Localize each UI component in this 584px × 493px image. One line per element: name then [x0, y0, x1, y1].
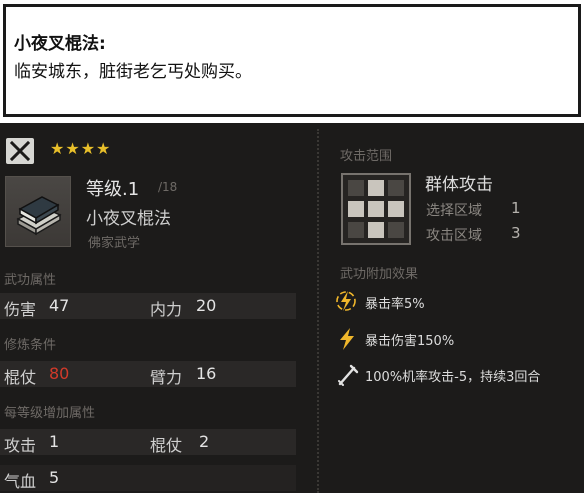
attack-area-value: 3 — [511, 224, 521, 242]
neili-value: 20 — [196, 296, 217, 315]
arm-requirement-label: 臂力 — [150, 368, 183, 387]
per-level-row-2: 气血 5 — [0, 465, 296, 491]
tooltip-frame: 小夜叉棍法: 临安城东，脏街老乞丐处购买。 — [3, 4, 581, 117]
range-section-title: 攻击范围 — [340, 149, 393, 164]
arm-requirement-value: 16 — [196, 364, 217, 383]
select-area-value: 1 — [511, 199, 521, 217]
damage-value: 47 — [49, 296, 70, 315]
staff-requirement-value: 80 — [49, 364, 70, 383]
requirements-row: 棍仗 80 臂力 16 — [0, 361, 296, 387]
skill-tooltip: 小夜叉棍法: 临安城东，脏街老乞丐处购买。 — [0, 0, 584, 123]
staff-requirement-label: 棍仗 — [4, 368, 37, 387]
range-type: 群体攻击 — [425, 175, 493, 195]
requirements-section-title: 修炼条件 — [4, 338, 57, 353]
attributes-row: 伤害 47 内力 20 — [0, 293, 296, 319]
effect-text: 暴击率5% — [365, 297, 425, 312]
column-divider — [317, 129, 319, 493]
close-icon — [9, 140, 31, 162]
close-button[interactable] — [6, 138, 34, 164]
select-area-label: 选择区域 — [426, 203, 482, 219]
hp-gain-label: 气血 — [4, 472, 37, 491]
attack-gain-label: 攻击 — [4, 436, 37, 455]
per-level-section-title: 每等级增加属性 — [4, 406, 96, 421]
crit-damage-icon — [340, 328, 354, 350]
staff-gain-label: 棍仗 — [150, 436, 183, 455]
tooltip-title: 小夜叉棍法: — [14, 34, 106, 54]
attack-range-grid-icon — [341, 173, 411, 245]
crit-rate-icon — [336, 291, 356, 311]
damage-label: 伤害 — [4, 300, 37, 319]
effects-section-title: 武功附加效果 — [340, 267, 419, 282]
staff-gain-value: 2 — [199, 432, 210, 451]
attributes-section-title: 武功属性 — [4, 273, 57, 288]
effect-text: 100%机率攻击-5，持续3回合 — [365, 370, 541, 385]
effect-text: 暴击伤害150% — [365, 334, 455, 349]
tooltip-description: 临安城东，脏街老乞丐处购买。 — [14, 62, 252, 82]
star-rating: ★★★★ — [50, 139, 112, 158]
per-level-row: 攻击 1 棍仗 2 — [0, 429, 296, 455]
hp-gain-value: 5 — [49, 468, 60, 487]
attack-debuff-icon — [338, 364, 359, 386]
neili-label: 内力 — [150, 300, 183, 319]
skill-name: 小夜叉棍法 — [86, 209, 171, 229]
skill-school: 佛家武学 — [88, 236, 141, 251]
skill-max-level: /18 — [158, 180, 178, 194]
skill-detail-panel: ★★★★ 等级.1 /18 小夜叉棍法 佛家武学 武功属性 伤害 47 内力 2… — [0, 123, 584, 493]
skill-level: 等级.1 — [86, 179, 140, 200]
attack-gain-value: 1 — [49, 432, 60, 451]
skill-book-icon — [5, 176, 71, 247]
attack-area-label: 攻击区域 — [426, 228, 482, 244]
